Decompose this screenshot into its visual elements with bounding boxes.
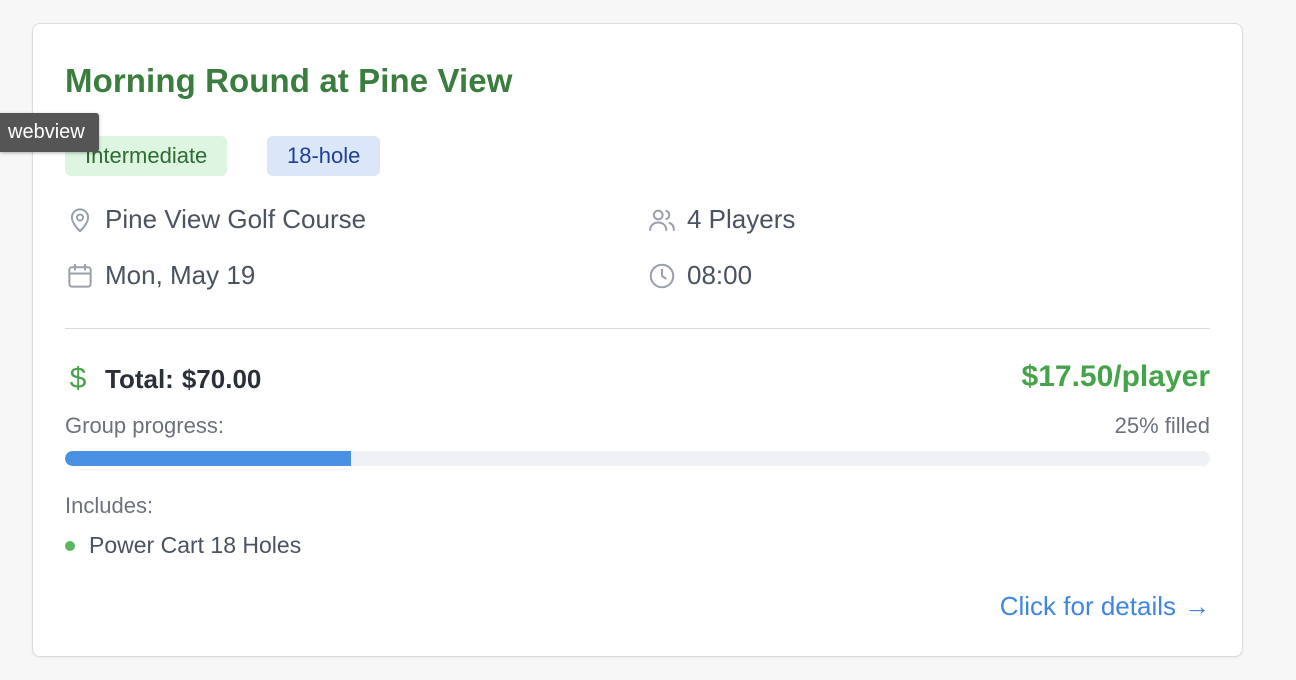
webview-tooltip: webview	[0, 113, 99, 152]
includes-label: Includes:	[65, 493, 154, 518]
total-value: $70.00	[181, 363, 262, 394]
progress-label: Group progress:	[65, 413, 224, 438]
divider	[65, 328, 1210, 329]
location-info: Pine View Golf Course	[65, 204, 366, 235]
include-item-text: Power Cart 18 Holes	[89, 532, 302, 558]
details-link[interactable]: Click for details →	[1000, 591, 1210, 622]
calendar-icon	[68, 263, 92, 288]
progress-fill	[65, 451, 352, 466]
total-label: Total:	[105, 363, 174, 394]
date-info: Mon, May 19	[65, 260, 255, 291]
time-info: 08:00	[647, 260, 752, 291]
total-price: $ Total: $70.00	[65, 362, 262, 396]
time-text: 08:00	[687, 260, 753, 290]
location-text: Pine View Golf Course	[105, 204, 367, 234]
holes-badge: 18-hole	[267, 136, 381, 176]
date-text: Mon, May 19	[105, 260, 256, 290]
players-text: 4 Players	[687, 204, 796, 234]
players-info: 4 Players	[647, 204, 795, 235]
details-link-text: Click for details	[999, 591, 1176, 621]
bullet-dot-icon	[65, 540, 75, 551]
map-pin-icon	[70, 207, 90, 232]
golf-round-card[interactable]: Morning Round at Pine View Intermediate …	[32, 23, 1243, 657]
dollar-icon: $	[69, 362, 87, 395]
arrow-right-icon: →	[1184, 591, 1210, 621]
card-title: Morning Round at Pine View	[65, 62, 513, 99]
progress-status: 25% filled	[1114, 413, 1210, 438]
per-player-price: $17.50/player	[1021, 360, 1210, 393]
users-icon	[649, 209, 675, 231]
clock-icon	[649, 263, 675, 288]
include-item: Power Cart 18 Holes	[65, 532, 301, 559]
progress-track	[65, 451, 1210, 466]
